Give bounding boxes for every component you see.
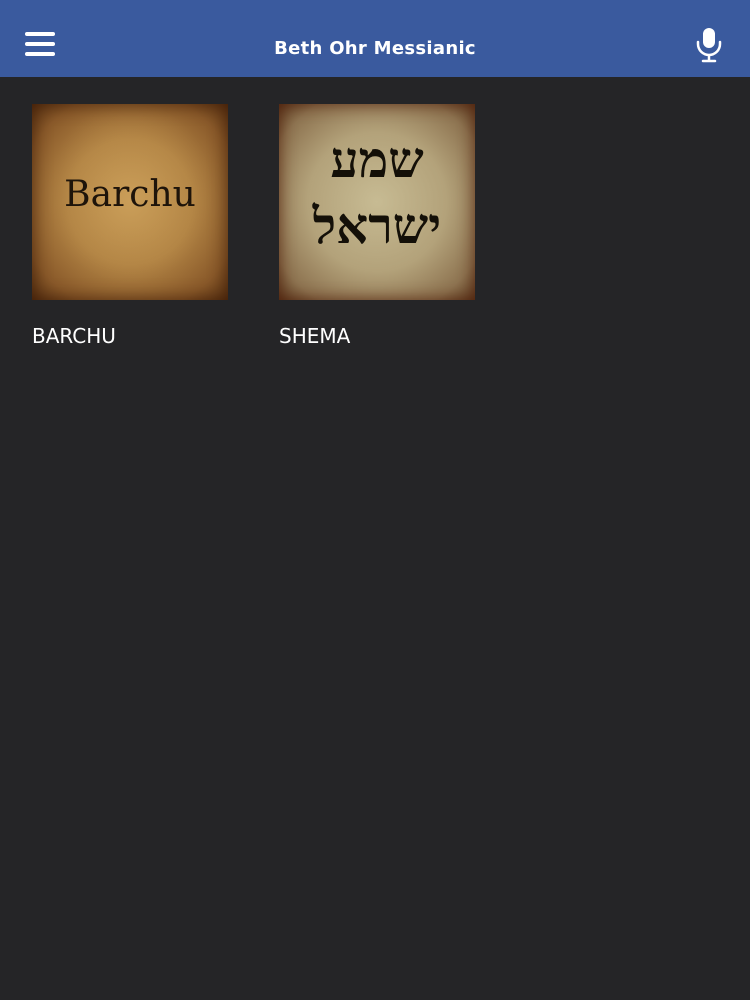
microphone-icon[interactable]	[692, 26, 726, 64]
menu-bar-1	[25, 32, 55, 36]
grid-item-label: SHEMA	[279, 324, 351, 348]
app-title: Beth Ohr Messianic	[274, 38, 476, 59]
grid-item-barchu[interactable]: Barchu BARCHU	[32, 104, 228, 348]
shema-thumbnail-text-line1: שמע	[330, 130, 424, 189]
top-app-bar: Beth Ohr Messianic	[0, 0, 750, 77]
shema-thumbnail-text-line2: ישראל	[312, 196, 442, 255]
shema-thumbnail: שמע ישראל	[279, 104, 475, 300]
grid-item-shema[interactable]: שמע ישראל SHEMA	[279, 104, 475, 348]
grid-item-label: BARCHU	[32, 324, 116, 348]
barchu-thumbnail: Barchu	[32, 104, 228, 300]
app-screen: Beth Ohr Messianic Barchu BARCHU שמע ישר…	[0, 0, 750, 1000]
microphone-icon-graphic	[696, 28, 722, 63]
barchu-thumbnail-text: Barchu	[64, 174, 196, 215]
